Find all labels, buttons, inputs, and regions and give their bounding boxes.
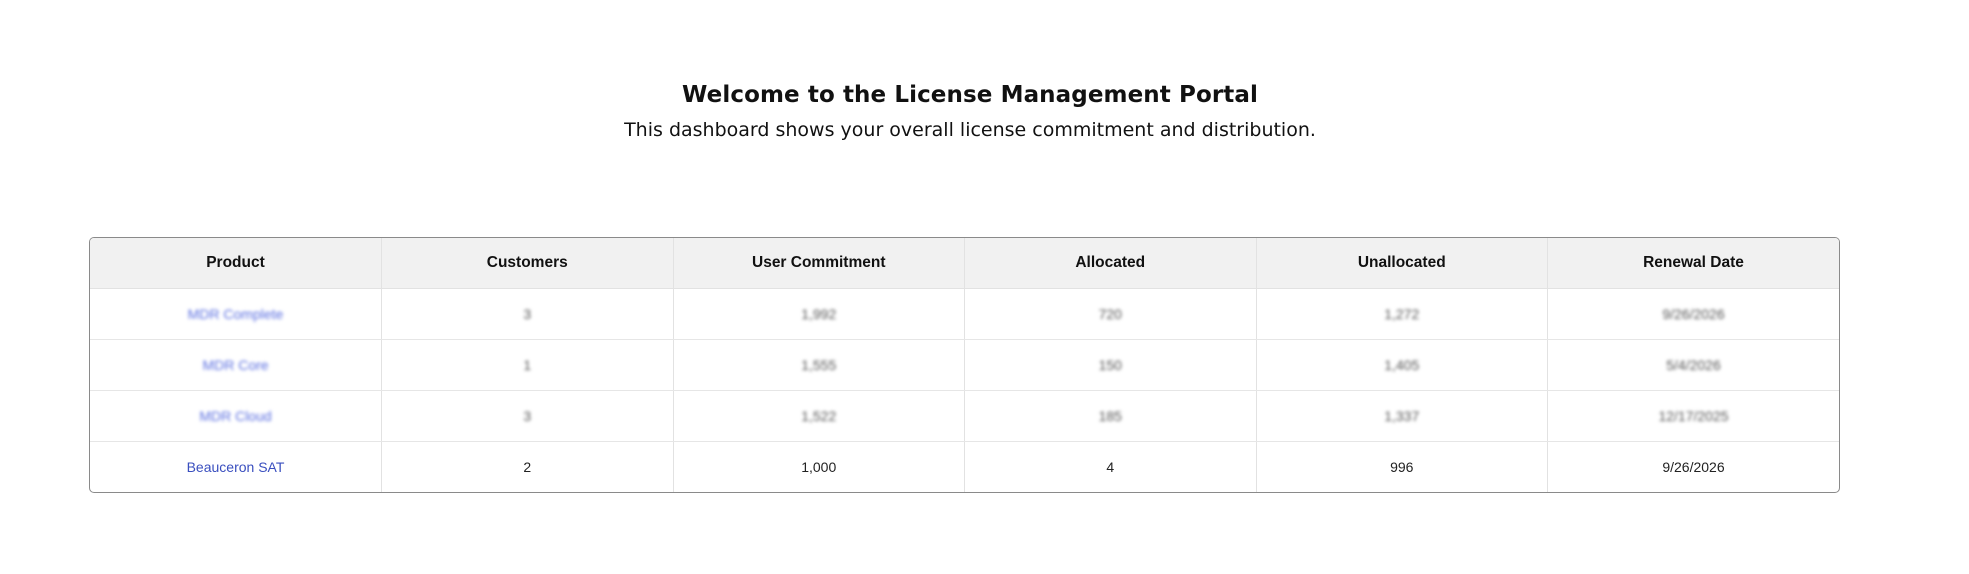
product-link[interactable]: MDR Core <box>90 339 382 391</box>
license-table-container: Product Customers User Commitment Alloca… <box>89 237 1840 493</box>
allocated-cell: 150 <box>964 339 1257 391</box>
renewal-date-cell: 9/26/2026 <box>1547 288 1839 340</box>
table-row: MDR Complete 3 1,992 720 1,272 9/26/2026 <box>90 288 1839 340</box>
product-link[interactable]: MDR Complete <box>90 288 382 340</box>
license-table: Product Customers User Commitment Alloca… <box>90 238 1839 492</box>
user-commitment-cell: 1,992 <box>673 288 965 340</box>
page-title: Welcome to the License Management Portal <box>682 82 1258 108</box>
unallocated-cell: 1,337 <box>1256 390 1548 442</box>
product-link[interactable]: Beauceron SAT <box>90 441 382 492</box>
renewal-date-cell: 12/17/2025 <box>1547 390 1839 442</box>
column-header-unallocated: Unallocated <box>1256 238 1548 289</box>
page-subtitle: This dashboard shows your overall licens… <box>624 119 1316 141</box>
column-header-allocated: Allocated <box>964 238 1257 289</box>
customers-cell: 3 <box>381 390 674 442</box>
column-header-renewal-date: Renewal Date <box>1547 238 1839 289</box>
column-header-product: Product <box>90 238 382 289</box>
customers-cell: 1 <box>381 339 674 391</box>
renewal-date-cell: 5/4/2026 <box>1547 339 1839 391</box>
table-row: Beauceron SAT 2 1,000 4 996 9/26/2026 <box>90 441 1839 492</box>
customers-cell: 3 <box>381 288 674 340</box>
allocated-cell: 720 <box>964 288 1257 340</box>
product-link[interactable]: MDR Cloud <box>90 390 382 442</box>
allocated-cell: 185 <box>964 390 1257 442</box>
page-header: Welcome to the License Management Portal… <box>0 78 1940 144</box>
allocated-cell: 4 <box>964 441 1257 492</box>
unallocated-cell: 996 <box>1256 441 1548 492</box>
table-row: MDR Cloud 3 1,522 185 1,337 12/17/2025 <box>90 390 1839 442</box>
user-commitment-cell: 1,555 <box>673 339 965 391</box>
column-header-customers: Customers <box>381 238 674 289</box>
unallocated-cell: 1,272 <box>1256 288 1548 340</box>
table-row: MDR Core 1 1,555 150 1,405 5/4/2026 <box>90 339 1839 391</box>
user-commitment-cell: 1,000 <box>673 441 965 492</box>
renewal-date-cell: 9/26/2026 <box>1662 459 1725 475</box>
column-header-user-commitment: User Commitment <box>673 238 965 289</box>
user-commitment-cell: 1,522 <box>673 390 965 442</box>
table-header-row: Product Customers User Commitment Alloca… <box>90 238 1839 289</box>
unallocated-cell: 1,405 <box>1256 339 1548 391</box>
customers-cell: 2 <box>381 441 674 492</box>
